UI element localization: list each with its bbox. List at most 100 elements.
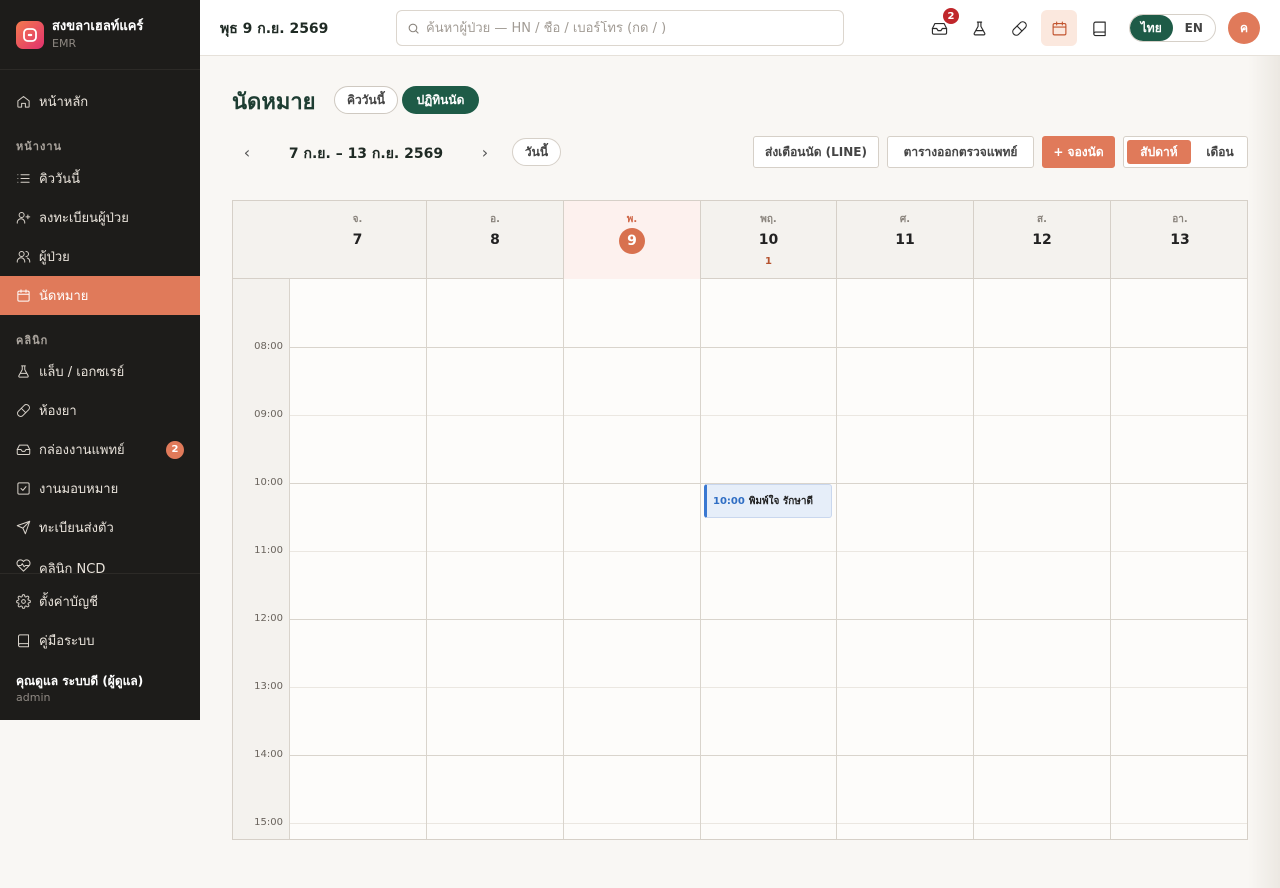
sidebar-item-label: กล่องงานแพทย์ [39, 443, 125, 458]
sidebar-item-ncd[interactable]: คลินิก NCD [0, 547, 200, 573]
doctor-schedule-button[interactable]: ตารางออกตรวจแพทย์ [887, 136, 1034, 168]
day-header[interactable]: จ. 7 [289, 201, 426, 279]
inbox-badge: 2 [943, 8, 959, 24]
sidebar-item-manual[interactable]: คู่มือระบบ [0, 621, 200, 660]
sidebar-item-label: คลินิก NCD [39, 562, 106, 573]
brand-logo-icon [16, 20, 44, 49]
day-of-week: ส. [1037, 214, 1047, 225]
sidebar-section-work: หน้างาน [16, 140, 63, 153]
week-calendar: จ. 7 อ. 8 พ. 9 พฤ. 10 1 ศ. 11 ส. 12 อา. … [232, 200, 1248, 840]
pharmacy-button[interactable] [1001, 10, 1037, 46]
day-number: 11 [895, 232, 915, 248]
grid-line [289, 755, 1247, 756]
sidebar-item-assignments[interactable]: งานมอบหมาย [0, 469, 200, 508]
inbox-button[interactable]: 2 [921, 8, 959, 46]
flask-icon [973, 21, 985, 35]
sidebar-item-appointments[interactable]: นัดหมาย [0, 276, 200, 315]
sidebar-item-home[interactable]: หน้าหลัก [0, 82, 200, 121]
day-of-week: ศ. [899, 214, 911, 225]
heart-pulse-icon [16, 559, 31, 572]
sidebar-item-label: หน้าหลัก [39, 95, 89, 110]
next-week-button[interactable]: › [473, 140, 497, 164]
day-number: 13 [1170, 232, 1190, 248]
search-box[interactable] [396, 10, 844, 46]
avatar[interactable]: ค [1228, 12, 1260, 44]
view-toggle: สัปดาห์ เดือน [1123, 136, 1248, 168]
calendar-icon [1052, 21, 1066, 35]
day-of-week: อา. [1172, 214, 1188, 225]
view-week-button[interactable]: สัปดาห์ [1127, 140, 1191, 164]
grid-line [289, 619, 1247, 620]
sidebar-item-pharmacy[interactable]: ห้องยา [0, 391, 200, 430]
sidebar-item-label: ทะเบียนส่งตัว [39, 521, 114, 536]
time-label: 09:00 [254, 409, 283, 420]
sidebar-item-label: ลงทะเบียนผู้ป่วย [39, 211, 129, 226]
current-user-role: admin [16, 691, 51, 704]
day-header[interactable]: ศ. 11 [836, 201, 973, 279]
sidebar: สงขลาเฮลท์แคร์ EMR หน้าหลัก หน้างาน คิวว… [0, 0, 200, 720]
lab-button[interactable] [961, 10, 997, 46]
brand[interactable]: สงขลาเฮลท์แคร์ EMR [0, 0, 200, 70]
sidebar-item-queue[interactable]: คิววันนี้ [0, 159, 200, 198]
book-appointment-button[interactable]: + จองนัด [1042, 136, 1115, 168]
grid-line [836, 279, 837, 839]
drawer-edge-shadow [1248, 56, 1280, 888]
time-label: 13:00 [254, 681, 283, 692]
flask-icon [18, 365, 29, 378]
sidebar-item-label: ผู้ป่วย [39, 250, 70, 265]
appointment-count: 1 [765, 256, 772, 267]
grid-line [289, 551, 1247, 552]
day-header[interactable]: อ. 8 [426, 201, 563, 279]
day-of-week: อ. [490, 214, 500, 225]
inbox-icon [16, 444, 31, 455]
grid-line [289, 823, 1247, 824]
day-of-week: พฤ. [760, 214, 777, 225]
lang-th-button[interactable]: ไทย [1130, 15, 1173, 41]
day-header-today[interactable]: พ. 9 [563, 201, 700, 279]
tab-appointment-calendar[interactable]: ปฏิทินนัด [402, 86, 479, 114]
current-date: พุธ 9 ก.ย. 2569 [220, 21, 329, 37]
time-label: 11:00 [254, 545, 283, 556]
sidebar-item-patients[interactable]: ผู้ป่วย [0, 237, 200, 276]
sidebar-item-register[interactable]: ลงทะเบียนผู้ป่วย [0, 198, 200, 237]
search-input[interactable] [426, 20, 826, 36]
day-header[interactable]: อา. 13 [1110, 201, 1247, 279]
time-label: 12:00 [254, 613, 283, 624]
day-header[interactable]: พฤ. 10 1 [700, 201, 836, 279]
gear-icon [16, 594, 31, 609]
day-number: 8 [490, 232, 500, 248]
sidebar-item-label: คู่มือระบบ [39, 634, 95, 649]
view-month-button[interactable]: เดือน [1194, 140, 1246, 164]
tab-queue-today[interactable]: คิววันนี้ [334, 86, 398, 114]
date-range: 7 ก.ย. – 13 ก.ย. 2569 [288, 146, 444, 162]
lang-en-button[interactable]: EN [1173, 15, 1216, 41]
grid-line [563, 279, 564, 839]
sidebar-item-inbox[interactable]: กล่องงานแพทย์ 2 [0, 430, 200, 469]
day-of-week: พ. [626, 214, 638, 225]
sidebar-item-referral[interactable]: ทะเบียนส่งตัว [0, 508, 200, 547]
topbar: พุธ 9 ก.ย. 2569 2 ไทย EN ค [200, 0, 1280, 56]
sidebar-item-label: ห้องยา [39, 404, 77, 419]
grid-line [1110, 279, 1111, 839]
inbox-count-badge: 2 [166, 440, 184, 459]
calendar-button[interactable] [1041, 10, 1077, 46]
grid-line [700, 279, 701, 839]
home-icon [17, 96, 30, 108]
send-reminder-button[interactable]: ส่งเตือนนัด (LINE) [753, 136, 879, 168]
time-label: 15:00 [254, 817, 283, 828]
users-icon [16, 251, 31, 263]
appointment-event[interactable]: 10:00 พิมพ์ใจ รักษาดี [704, 484, 832, 518]
calendar-icon [17, 289, 30, 302]
page-title: นัดหมาย [232, 90, 316, 115]
time-label: 08:00 [254, 341, 283, 352]
sidebar-item-label: นัดหมาย [39, 289, 89, 304]
day-header[interactable]: ส. 12 [973, 201, 1110, 279]
grid-line [289, 279, 290, 839]
sidebar-item-lab[interactable]: แล็บ / เอกซเรย์ [0, 352, 200, 391]
prev-week-button[interactable]: ‹ [235, 140, 259, 164]
sidebar-item-settings[interactable]: ตั้งค่าบัญชี [0, 582, 200, 621]
book-icon [1092, 21, 1106, 36]
today-button[interactable]: วันนี้ [512, 138, 561, 166]
day-number-today: 9 [619, 228, 645, 254]
manual-button[interactable] [1081, 10, 1117, 46]
